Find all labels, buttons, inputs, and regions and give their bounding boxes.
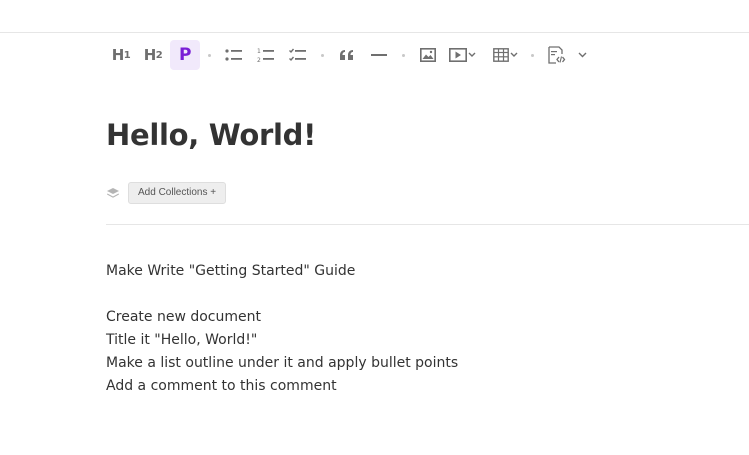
code-embed-icon — [548, 46, 566, 64]
paragraph-label: P — [179, 45, 191, 65]
body-line: Make a list outline under it and apply b… — [106, 355, 459, 371]
horizontal-rule-icon — [371, 54, 387, 56]
insert-video-button[interactable] — [445, 40, 479, 70]
svg-text:1: 1 — [257, 48, 261, 55]
layers-icon — [107, 188, 119, 198]
heading1-button[interactable]: H1 — [106, 40, 136, 70]
chevron-down-icon — [468, 52, 475, 57]
heading2-letter: H — [143, 46, 157, 64]
toolbar-separator — [208, 53, 211, 57]
blockquote-button[interactable] — [332, 40, 362, 70]
blockquote-icon — [340, 50, 353, 60]
numbered-list-button[interactable]: 1 2 — [251, 40, 281, 70]
heading2-button[interactable]: H2 — [138, 40, 168, 70]
body-line: Make Write "Getting Started" Guide — [106, 263, 356, 279]
chevron-down-icon — [578, 52, 586, 58]
numbered-list-icon: 1 2 — [257, 48, 274, 63]
body-line — [106, 285, 458, 308]
document-title[interactable]: Hello, World! — [106, 118, 316, 152]
divider — [106, 224, 749, 225]
formatting-toolbar: H1 H2 P 1 2 — [106, 40, 592, 70]
heading1-letter: H — [111, 46, 125, 64]
checklist-icon — [289, 48, 306, 62]
document-body[interactable]: Make Write "Getting Started" Guide Creat… — [106, 262, 458, 400]
svg-text:2: 2 — [257, 57, 261, 63]
code-embed-button[interactable] — [542, 40, 572, 70]
bulleted-list-icon — [225, 49, 242, 61]
body-line: Add a comment to this comment — [106, 378, 337, 394]
heading2-level: 2 — [155, 49, 163, 61]
toolbar-separator — [531, 53, 534, 57]
insert-table-button[interactable] — [487, 40, 523, 70]
toolbar-separator — [321, 53, 324, 57]
body-line: Title it "Hello, World!" — [106, 332, 258, 348]
collections-bar: Add Collections + — [106, 182, 227, 204]
chevron-down-icon — [510, 52, 517, 57]
image-icon — [420, 48, 436, 62]
table-icon — [492, 48, 509, 62]
bulleted-list-button[interactable] — [219, 40, 249, 70]
add-collections-button[interactable]: Add Collections + — [128, 182, 227, 204]
body-line: Create new document — [106, 309, 261, 325]
video-icon — [448, 48, 467, 62]
horizontal-rule-button[interactable] — [364, 40, 394, 70]
paragraph-button[interactable]: P — [170, 40, 200, 70]
toolbar-separator — [402, 53, 405, 57]
heading1-level: 1 — [123, 49, 131, 61]
checklist-button[interactable] — [283, 40, 313, 70]
more-options-dropdown[interactable] — [574, 40, 590, 70]
insert-image-button[interactable] — [413, 40, 443, 70]
top-bar — [0, 0, 749, 33]
